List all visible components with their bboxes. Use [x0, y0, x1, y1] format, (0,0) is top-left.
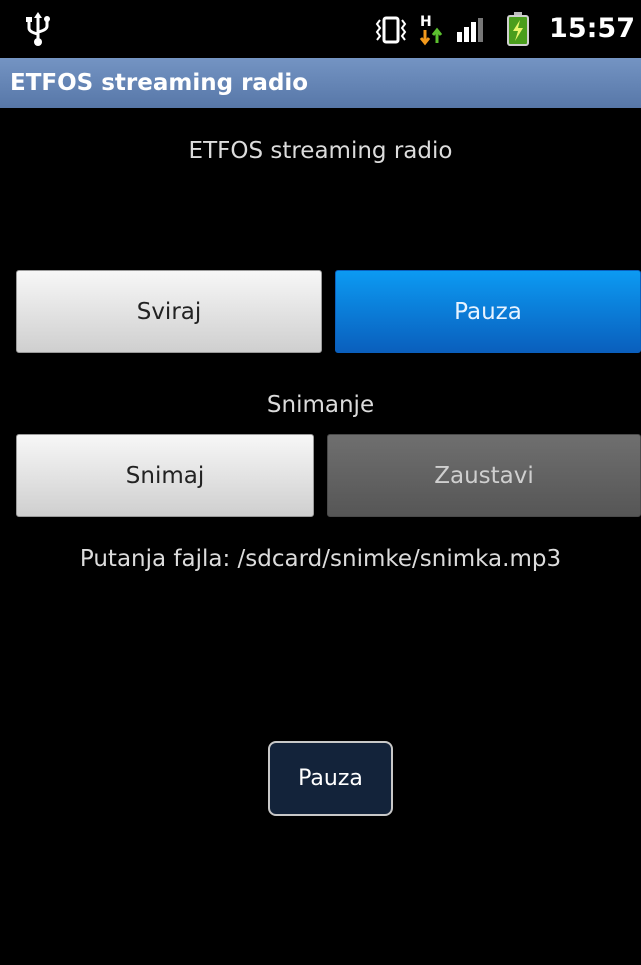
file-path-text: Putanja fajla: /sdcard/snimke/snimka.mp3	[79, 546, 562, 572]
app-title-bar: ETFOS streaming radio	[0, 58, 641, 108]
vibrate-icon	[375, 16, 407, 48]
pause-button[interactable]: Pauza	[335, 270, 641, 353]
status-bar: H 15:57	[0, 0, 641, 58]
hspa-network-icon: H	[418, 12, 446, 50]
usb-icon	[26, 12, 50, 50]
signal-icon	[456, 18, 488, 46]
stop-recording-button[interactable]: Zaustavi	[327, 434, 641, 517]
svg-text:H: H	[420, 14, 432, 30]
bottom-pause-button[interactable]: Pauza	[268, 741, 393, 816]
app-title: ETFOS streaming radio	[10, 70, 309, 96]
play-button[interactable]: Sviraj	[16, 270, 322, 353]
page-heading: ETFOS streaming radio	[188, 138, 453, 164]
recording-label: Snimanje	[266, 392, 375, 418]
status-clock: 15:57	[549, 13, 635, 44]
record-button[interactable]: Snimaj	[16, 434, 314, 517]
battery-charging-icon	[507, 12, 529, 50]
